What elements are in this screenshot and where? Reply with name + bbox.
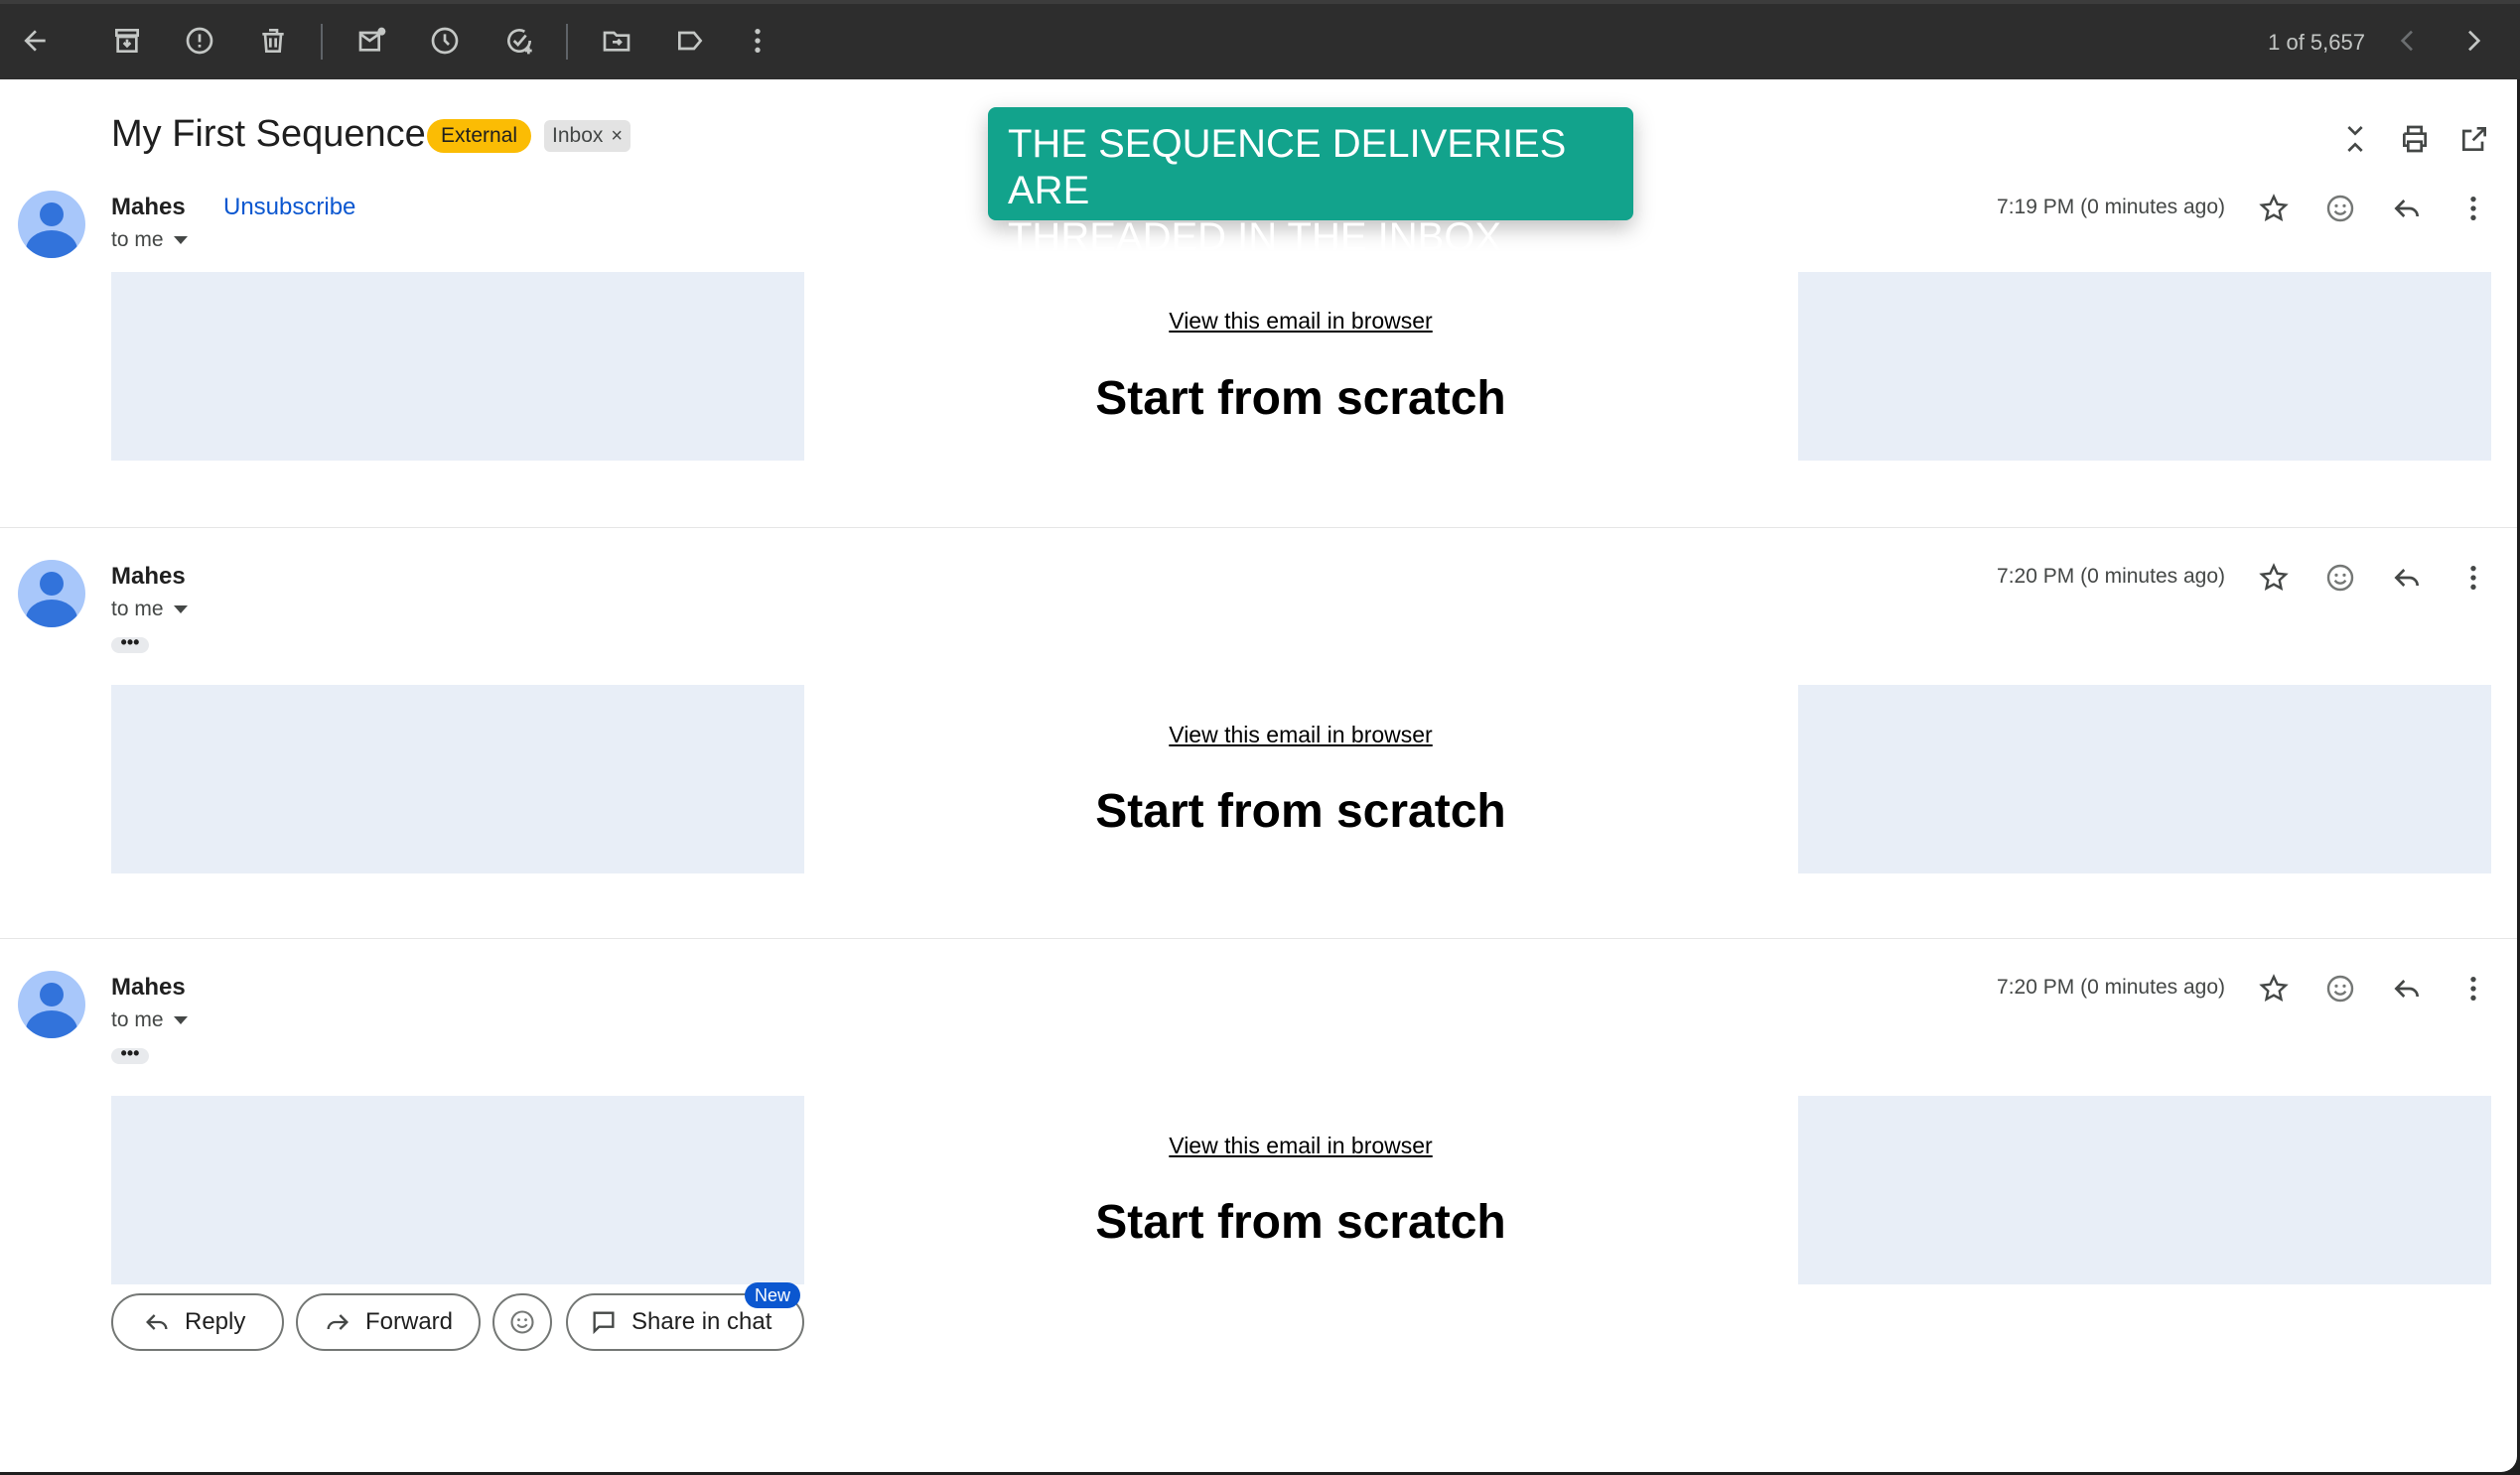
chevron-left-icon[interactable]	[2385, 18, 2431, 64]
more-vert-icon[interactable]	[2451, 187, 2495, 230]
sender-name[interactable]: Mahes	[111, 974, 186, 1002]
mark-unread-icon[interactable]	[350, 18, 395, 64]
star-icon[interactable]	[2252, 967, 2296, 1010]
view-in-browser-link[interactable]: View this email in browser	[1003, 308, 1599, 335]
sender-name[interactable]: Mahes	[111, 563, 186, 591]
recipient-toggle[interactable]: to me	[111, 598, 188, 621]
toolbar-separator	[566, 24, 568, 60]
reply-icon[interactable]	[2385, 556, 2429, 600]
thread-subject: My First Sequence	[111, 113, 426, 155]
chevron-right-icon[interactable]	[2450, 18, 2496, 64]
print-icon[interactable]	[2393, 117, 2437, 161]
caret-down-icon	[173, 236, 188, 245]
emoji-reaction-icon[interactable]	[2318, 967, 2362, 1010]
reply-icon[interactable]	[2385, 967, 2429, 1010]
email-heading: Start from scratch	[1095, 785, 1506, 838]
image-placeholder	[1798, 272, 2491, 461]
reply-icon[interactable]	[2385, 187, 2429, 230]
star-icon[interactable]	[2252, 187, 2296, 230]
caret-down-icon	[173, 1016, 188, 1025]
unsubscribe-link[interactable]: Unsubscribe	[223, 194, 355, 221]
more-vert-icon[interactable]	[735, 18, 780, 64]
image-placeholder	[111, 1096, 804, 1284]
forward-label: Forward	[365, 1308, 454, 1335]
message-count: 1 of 5,657	[2268, 30, 2365, 55]
email-heading: Start from scratch	[1095, 372, 1506, 425]
more-vert-icon[interactable]	[2451, 556, 2495, 600]
snooze-icon[interactable]	[422, 18, 468, 64]
reply-icon	[146, 1314, 168, 1330]
recipient-toggle[interactable]: to me	[111, 228, 188, 252]
recipient-text: to me	[111, 228, 164, 251]
message-time: 7:20 PM (0 minutes ago)	[1997, 976, 2225, 999]
view-in-browser-link[interactable]: View this email in browser	[1003, 722, 1599, 748]
recipient-text: to me	[111, 598, 164, 620]
avatar	[18, 971, 85, 1038]
open-new-window-icon[interactable]	[2452, 117, 2496, 161]
new-badge: New	[745, 1282, 801, 1308]
callout-line-1: THE SEQUENCE DELIVERIES ARE	[1008, 122, 1567, 212]
show-trimmed-content-button[interactable]: •••	[111, 1044, 149, 1064]
label-inbox-text: Inbox	[552, 124, 604, 147]
report-spam-icon[interactable]	[177, 18, 222, 64]
more-vert-icon[interactable]	[2451, 967, 2495, 1010]
image-placeholder	[111, 272, 804, 461]
remove-label-icon[interactable]: ×	[611, 125, 623, 147]
forward-icon	[327, 1314, 349, 1330]
star-icon[interactable]	[2252, 556, 2296, 600]
emoji-reaction-icon[interactable]	[2318, 556, 2362, 600]
callout-line-2: THREADED IN THE INBOX	[1008, 215, 1502, 259]
sender-name[interactable]: Mahes	[111, 194, 186, 221]
message-divider	[0, 527, 2517, 528]
chat-icon	[593, 1311, 615, 1335]
show-trimmed-content-button[interactable]: •••	[111, 633, 149, 653]
avatar	[18, 560, 85, 627]
add-task-icon[interactable]	[496, 18, 542, 64]
collapse-all-icon[interactable]	[2333, 117, 2377, 161]
image-placeholder	[1798, 1096, 2491, 1284]
reply-button[interactable]: Reply	[111, 1293, 284, 1351]
back-arrow-icon[interactable]	[12, 18, 58, 64]
recipient-toggle[interactable]: to me	[111, 1008, 188, 1032]
message-time: 7:20 PM (0 minutes ago)	[1997, 565, 2225, 588]
toolbar: 1 of 5,657	[0, 0, 2520, 79]
caret-down-icon	[173, 605, 188, 614]
forward-button[interactable]: Forward	[296, 1293, 481, 1351]
emoji-reaction-button[interactable]	[492, 1293, 552, 1351]
recipient-text: to me	[111, 1008, 164, 1031]
image-placeholder	[111, 685, 804, 873]
reply-label: Reply	[185, 1308, 246, 1335]
annotation-callout: THE SEQUENCE DELIVERIES ARE THREADED IN …	[988, 107, 1633, 259]
emoji-icon	[510, 1310, 534, 1334]
label-inbox: Inbox ×	[544, 120, 631, 152]
view-in-browser-link[interactable]: View this email in browser	[1003, 1133, 1599, 1159]
image-placeholder	[1798, 685, 2491, 873]
thread-view: My First Sequence External Inbox × Mahes …	[0, 79, 2517, 1472]
emoji-reaction-icon[interactable]	[2318, 187, 2362, 230]
archive-icon[interactable]	[104, 18, 150, 64]
label-icon[interactable]	[667, 18, 713, 64]
email-heading: Start from scratch	[1095, 1196, 1506, 1249]
label-external: External	[427, 119, 532, 153]
avatar	[18, 191, 85, 258]
delete-icon[interactable]	[250, 18, 296, 64]
share-in-chat-label: Share in chat	[631, 1308, 772, 1335]
message-divider	[0, 938, 2517, 939]
move-to-icon[interactable]	[594, 18, 639, 64]
toolbar-separator	[321, 24, 323, 60]
message-time: 7:19 PM (0 minutes ago)	[1997, 196, 2225, 218]
